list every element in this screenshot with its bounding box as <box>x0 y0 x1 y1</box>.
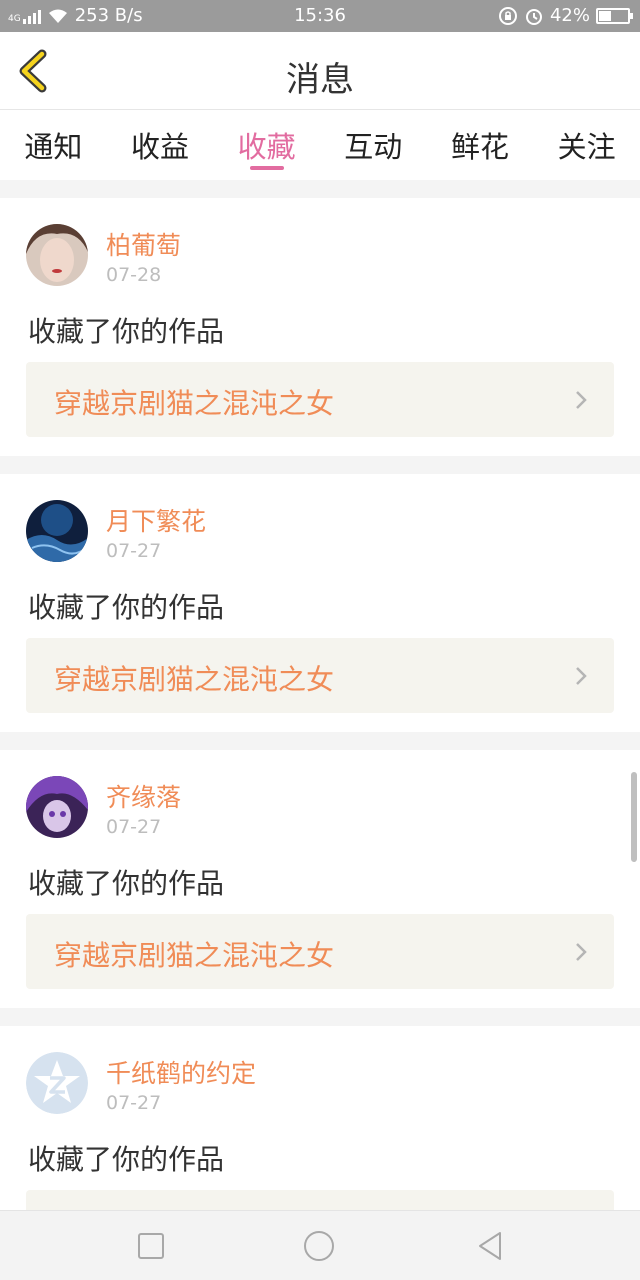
chevron-right-icon <box>576 943 587 961</box>
tab-flowers[interactable]: 鲜花 <box>427 110 533 180</box>
scrollbar[interactable] <box>631 772 637 862</box>
active-tab-indicator <box>249 166 284 170</box>
system-nav-bar <box>0 1210 640 1280</box>
tab-earnings[interactable]: 收益 <box>107 110 213 180</box>
battery-level: 42% <box>549 5 590 26</box>
status-time: 15:36 <box>294 5 346 26</box>
header: 消息 <box>0 32 640 110</box>
avatar[interactable] <box>26 1052 88 1114</box>
message-text: 收藏了你的作品 <box>28 591 225 624</box>
recent-apps-icon[interactable] <box>134 1229 168 1263</box>
tab-follows[interactable]: 关注 <box>534 110 640 180</box>
avatar[interactable] <box>26 500 88 562</box>
tab-interactions[interactable]: 互动 <box>320 110 426 180</box>
alarm-icon <box>525 8 542 25</box>
status-bar: 4G 253 B/s 15:36 42% <box>0 0 640 32</box>
work-link[interactable]: 穿越京剧猫之混沌之女 <box>26 638 614 713</box>
work-link[interactable] <box>26 1190 614 1210</box>
message-text: 收藏了你的作品 <box>28 867 225 900</box>
tab-favorites[interactable]: 收藏 <box>214 110 320 180</box>
message-text: 收藏了你的作品 <box>28 1143 225 1176</box>
page-title: 消息 <box>286 60 354 100</box>
list-item: 月下繁花 07-27 收藏了你的作品 穿越京剧猫之混沌之女 <box>0 474 640 732</box>
username[interactable]: 齐缘落 <box>106 778 181 814</box>
work-link[interactable]: 穿越京剧猫之混沌之女 <box>26 914 614 989</box>
message-date: 07-27 <box>106 540 162 562</box>
back-nav-icon[interactable] <box>474 1229 508 1263</box>
list-item: 齐缘落 07-27 收藏了你的作品 穿越京剧猫之混沌之女 <box>0 750 640 1008</box>
rotation-lock-icon <box>498 6 517 25</box>
list-item: 柏葡萄 07-28 收藏了你的作品 穿越京剧猫之混沌之女 <box>0 198 640 456</box>
message-date: 07-28 <box>106 264 162 286</box>
message-list[interactable]: 柏葡萄 07-28 收藏了你的作品 穿越京剧猫之混沌之女 月下繁花 07-27 … <box>0 180 640 1210</box>
username[interactable]: 千纸鹤的约定 <box>106 1054 256 1090</box>
battery-icon <box>596 7 633 24</box>
work-link[interactable]: 穿越京剧猫之混沌之女 <box>26 362 614 437</box>
message-date: 07-27 <box>106 1092 162 1114</box>
tab-notifications[interactable]: 通知 <box>0 110 106 180</box>
chevron-right-icon <box>576 667 587 685</box>
avatar[interactable] <box>26 776 88 838</box>
work-title: 穿越京剧猫之混沌之女 <box>54 663 335 696</box>
chevron-right-icon <box>576 391 587 409</box>
home-icon[interactable] <box>302 1229 336 1263</box>
tab-bar: 通知 收益 收藏 互动 鲜花 关注 <box>0 110 640 180</box>
message-text: 收藏了你的作品 <box>28 315 225 348</box>
work-title: 穿越京剧猫之混沌之女 <box>54 387 335 420</box>
avatar[interactable] <box>26 224 88 286</box>
message-date: 07-27 <box>106 816 162 838</box>
username[interactable]: 月下繁花 <box>106 502 206 538</box>
list-item: 千纸鹤的约定 07-27 收藏了你的作品 <box>0 1026 640 1210</box>
work-title: 穿越京剧猫之混沌之女 <box>54 939 335 972</box>
username[interactable]: 柏葡萄 <box>106 226 181 262</box>
